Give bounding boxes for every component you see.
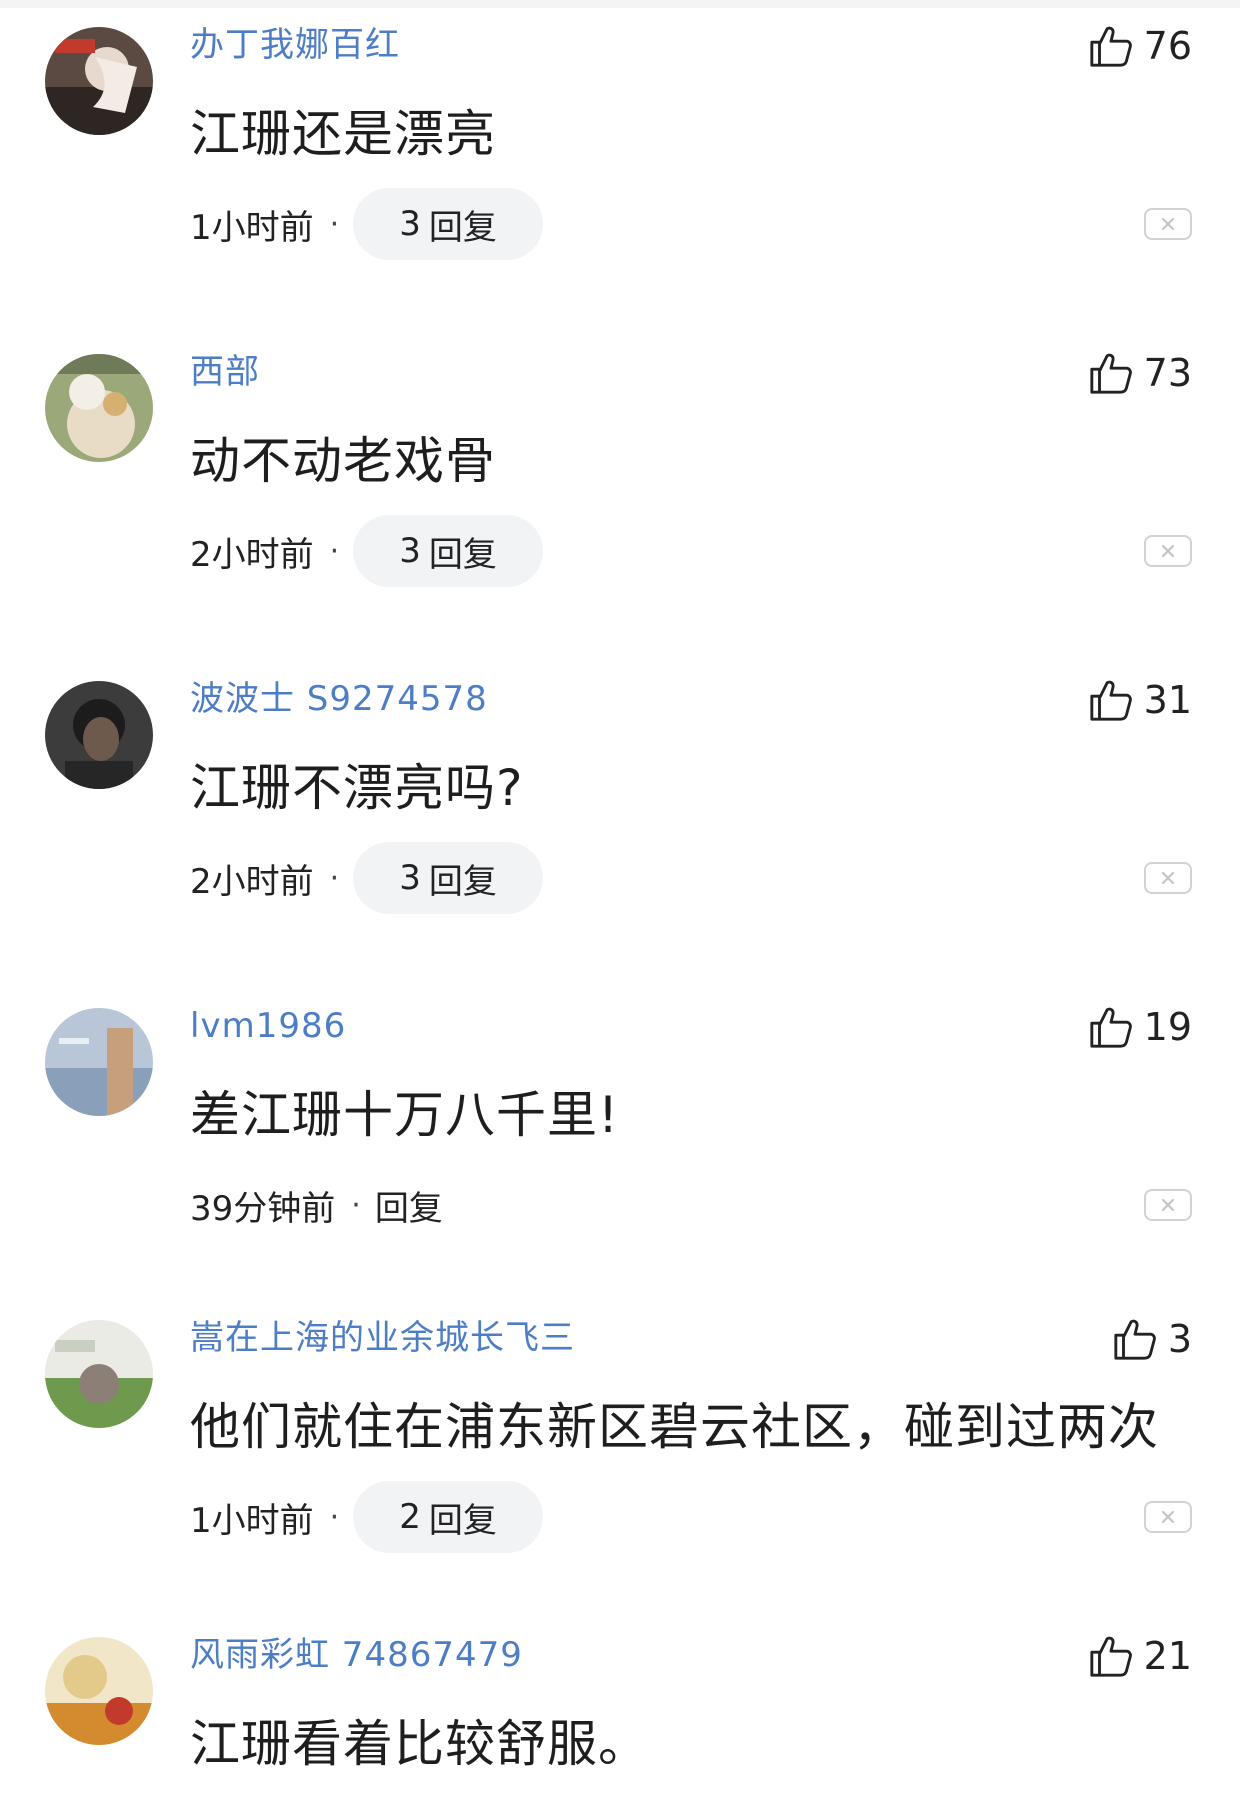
- comment-text: 他们就住在浦东新区碧云社区，碰到过两次: [190, 1398, 1159, 1456]
- reply-label: 回复: [428, 861, 497, 902]
- comment-item: 风雨彩虹 74867479 21 江珊看着比较舒服。: [0, 1610, 1240, 1803]
- like-button[interactable]: 21: [1088, 1632, 1192, 1680]
- like-button[interactable]: 19: [1088, 1003, 1192, 1051]
- username[interactable]: 嵩在上海的业余城长飞三: [190, 1317, 575, 1359]
- thumbs-up-icon: [1090, 353, 1132, 394]
- comment-item: 西部 73 动不动老戏骨 2小时前 · 3 回复: [0, 327, 1240, 654]
- like-button[interactable]: 31: [1088, 676, 1192, 724]
- timestamp: 2小时前: [190, 861, 314, 902]
- like-count: 21: [1143, 1634, 1192, 1678]
- timestamp: 2小时前: [190, 534, 314, 575]
- thumbs-up-icon: [1090, 1007, 1132, 1048]
- comment-meta: 1小时前 · 3 回复: [190, 188, 543, 260]
- comment-text: 江珊看着比较舒服。: [190, 1715, 649, 1773]
- comment-text: 江珊不漂亮吗?: [190, 759, 524, 817]
- comment-meta: 2小时前 · 3 回复: [190, 842, 543, 914]
- avatar[interactable]: [45, 1637, 153, 1745]
- comment-text: 动不动老戏骨: [190, 432, 496, 490]
- dismiss-button[interactable]: [1144, 208, 1192, 240]
- username[interactable]: 波波士 S9274578: [190, 678, 488, 720]
- close-icon: [1161, 217, 1175, 231]
- close-icon: [1161, 871, 1175, 885]
- close-icon: [1161, 1198, 1175, 1212]
- like-button[interactable]: 76: [1088, 22, 1192, 70]
- reply-button[interactable]: 3 回复: [353, 515, 543, 587]
- close-icon: [1161, 544, 1175, 558]
- separator-dot: ·: [329, 533, 340, 569]
- reply-label: 回复: [428, 1500, 497, 1541]
- dismiss-button[interactable]: [1144, 1501, 1192, 1533]
- avatar[interactable]: [45, 354, 153, 462]
- like-button[interactable]: 3: [1112, 1315, 1192, 1363]
- thumbs-up-icon: [1090, 26, 1132, 67]
- reply-label: 回复: [428, 207, 497, 248]
- comment-meta: 1小时前 · 2 回复: [190, 1481, 543, 1553]
- comment-meta: 39分钟前 · 回复: [190, 1169, 443, 1241]
- avatar[interactable]: [45, 27, 153, 135]
- like-button[interactable]: 73: [1088, 349, 1192, 397]
- timestamp: 39分钟前: [190, 1188, 336, 1229]
- like-count: 3: [1167, 1317, 1192, 1361]
- reply-label: 回复: [428, 534, 497, 575]
- username[interactable]: 风雨彩虹 74867479: [190, 1634, 523, 1676]
- comment-text: 差江珊十万八千里!: [190, 1086, 620, 1144]
- avatar[interactable]: [45, 1008, 153, 1116]
- comment-item: 嵩在上海的业余城长飞三 3 他们就住在浦东新区碧云社区，碰到过两次 1小时前 ·…: [0, 1293, 1240, 1620]
- avatar-image: [45, 681, 153, 789]
- reply-count: 3: [399, 204, 421, 244]
- username[interactable]: 办丁我娜百红: [190, 24, 400, 66]
- separator-dot: ·: [329, 1499, 340, 1535]
- timestamp: 1小时前: [190, 1500, 314, 1541]
- avatar-image: [45, 354, 153, 462]
- close-icon: [1161, 1510, 1175, 1524]
- separator-dot: ·: [329, 206, 340, 242]
- avatar-image: [45, 1008, 153, 1116]
- separator-dot: ·: [351, 1187, 361, 1223]
- thumbs-up-icon: [1090, 1636, 1132, 1677]
- thumbs-up-icon: [1114, 1319, 1156, 1360]
- username[interactable]: 西部: [190, 351, 260, 393]
- dismiss-button[interactable]: [1144, 1189, 1192, 1221]
- reply-label: 回复: [374, 1188, 443, 1229]
- comment-text: 江珊还是漂亮: [190, 105, 496, 163]
- reply-count: 3: [399, 858, 421, 898]
- avatar-image: [45, 27, 153, 135]
- reply-button[interactable]: 回复: [375, 1181, 443, 1230]
- like-count: 31: [1143, 678, 1192, 722]
- avatar[interactable]: [45, 681, 153, 789]
- like-count: 19: [1143, 1005, 1192, 1049]
- avatar[interactable]: [45, 1320, 153, 1428]
- dismiss-button[interactable]: [1144, 535, 1192, 567]
- comment-item: 波波士 S9274578 31 江珊不漂亮吗? 2小时前 · 3 回复: [0, 654, 1240, 981]
- timestamp: 1小时前: [190, 207, 314, 248]
- username[interactable]: lvm1986: [190, 1005, 346, 1047]
- comment-item: lvm1986 19 差江珊十万八千里! 39分钟前 · 回复: [0, 981, 1240, 1308]
- comment-item: 办丁我娜百红 76 江珊还是漂亮 1小时前 · 3 回复: [0, 0, 1240, 327]
- like-count: 73: [1143, 351, 1192, 395]
- reply-count: 3: [399, 531, 421, 571]
- comment-meta: 2小时前 · 3 回复: [190, 515, 543, 587]
- reply-count: 2: [399, 1497, 421, 1537]
- dismiss-button[interactable]: [1144, 862, 1192, 894]
- separator-dot: ·: [329, 860, 340, 896]
- reply-button[interactable]: 3 回复: [353, 188, 543, 260]
- thumbs-up-icon: [1090, 680, 1132, 721]
- like-count: 76: [1143, 24, 1192, 68]
- avatar-image: [45, 1637, 153, 1745]
- avatar-image: [45, 1320, 153, 1428]
- reply-button[interactable]: 2 回复: [353, 1481, 543, 1553]
- reply-button[interactable]: 3 回复: [353, 842, 543, 914]
